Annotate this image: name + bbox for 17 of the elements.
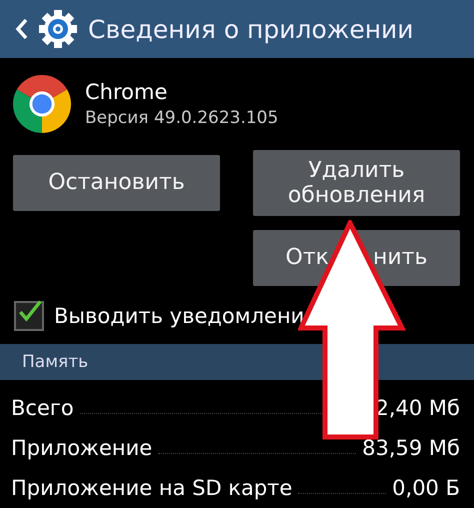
row-label: Приложение на SD карте xyxy=(11,476,292,500)
screen-title: Сведения о приложении xyxy=(88,14,414,44)
checkbox[interactable] xyxy=(14,301,44,331)
row-label: Приложение xyxy=(11,436,152,460)
back-icon[interactable] xyxy=(14,17,28,41)
chrome-logo-icon xyxy=(13,75,71,133)
section-title: Память xyxy=(22,352,88,372)
app-name: Chrome xyxy=(85,80,168,104)
uninstall-updates-button[interactable]: Удалить обновления xyxy=(253,150,460,216)
checkbox-label: Выводить уведомлени xyxy=(54,304,304,328)
stop-button[interactable]: Остановить xyxy=(13,155,220,211)
app-version: Версия 49.0.2623.105 xyxy=(85,108,278,128)
row-label: Всего xyxy=(11,396,74,420)
row-value: 0,00 Б xyxy=(392,476,460,500)
row-value: 83,59 Мб xyxy=(362,436,460,460)
row-value: 2,40 Мб xyxy=(375,396,460,420)
settings-icon xyxy=(38,9,78,49)
